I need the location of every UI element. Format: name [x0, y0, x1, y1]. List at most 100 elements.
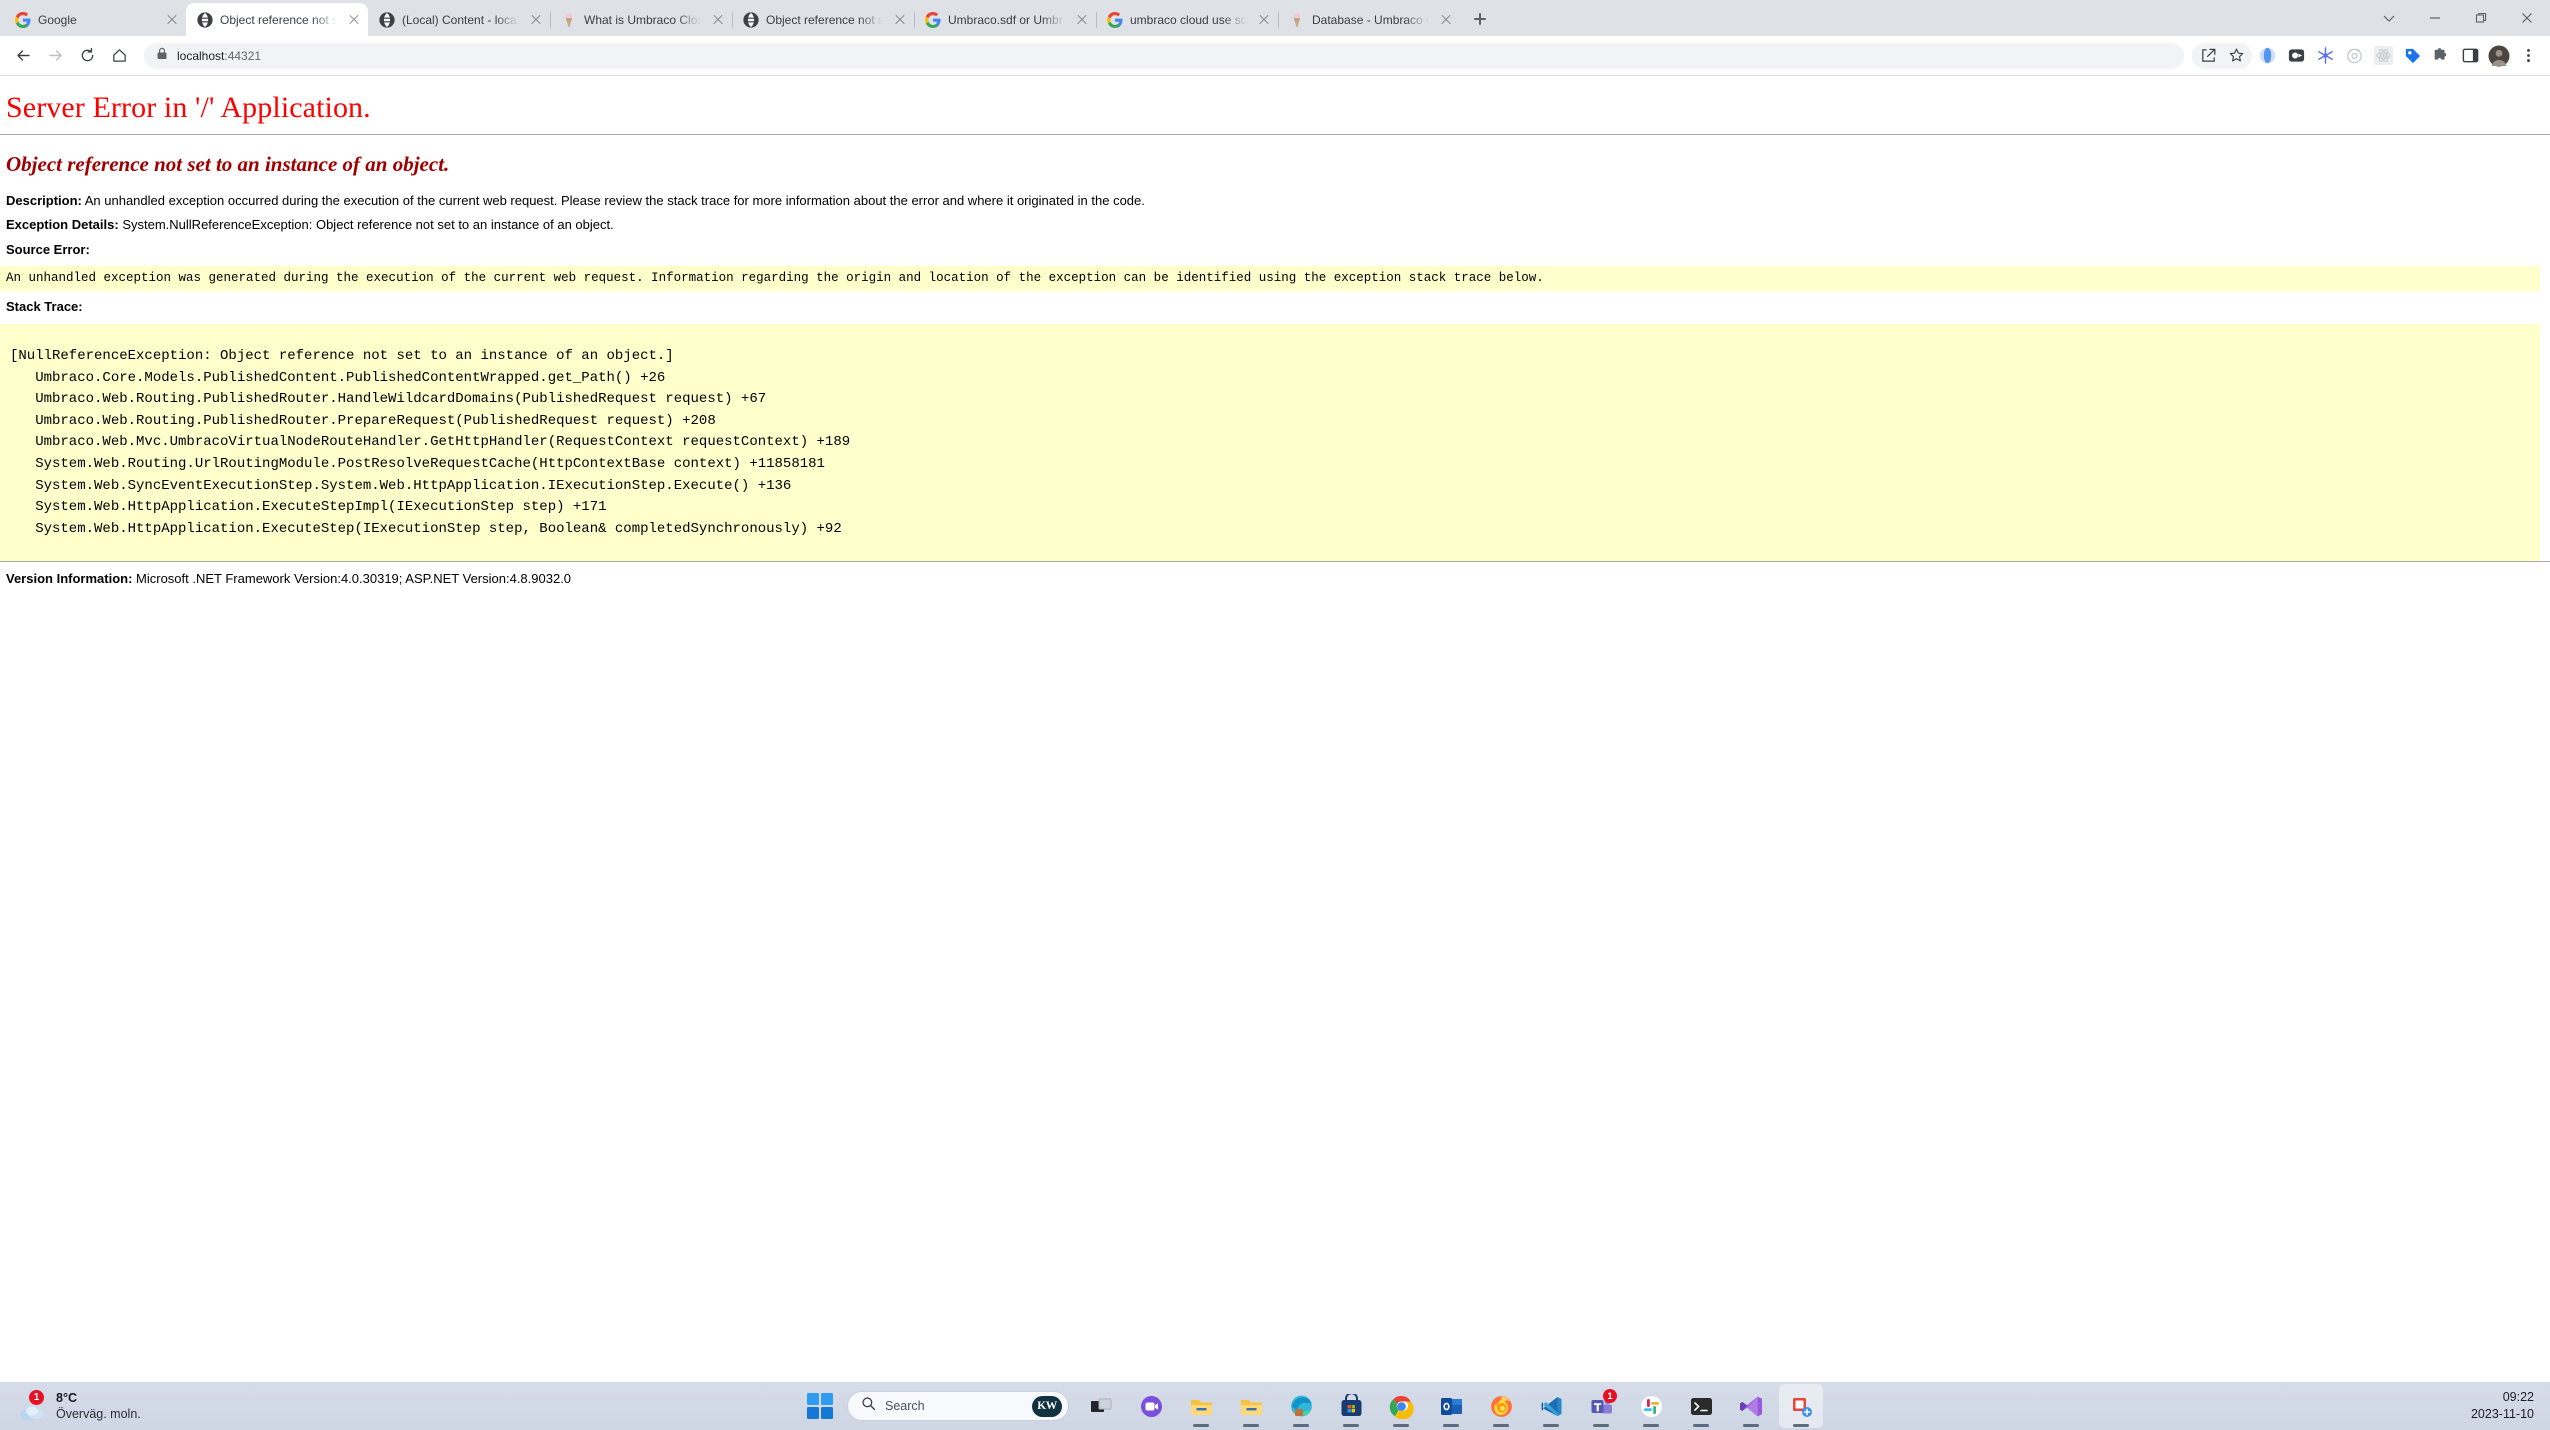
tab-close-icon[interactable]: [1256, 12, 1272, 28]
back-button[interactable]: [8, 41, 38, 71]
opera-extension-icon[interactable]: [2253, 42, 2281, 70]
iis-globe-icon: [197, 11, 213, 28]
weather-temperature: 8°C: [56, 1391, 77, 1405]
weather-widget[interactable]: 1 8°C Överväg. moln.: [0, 1390, 330, 1422]
stack-trace-heading: Stack Trace:: [0, 291, 2550, 315]
snipping-tool-button[interactable]: [1779, 1384, 1823, 1428]
google-chrome-button[interactable]: [1379, 1384, 1423, 1428]
taskbar-clock[interactable]: 09:22 2023-11-10: [2300, 1389, 2550, 1423]
iis-globe-icon: [379, 11, 395, 28]
tab-title: Umbraco.sdf or Umbraco.mdf -: [948, 12, 1067, 27]
tab-title: Object reference not set to an in: [766, 12, 885, 27]
microsoft-teams-button[interactable]: 1: [1579, 1384, 1623, 1428]
source-error-label: Source Error:: [6, 241, 90, 257]
bookmark-star-icon[interactable]: [2222, 42, 2250, 70]
tab-close-icon[interactable]: [528, 12, 544, 28]
extensions-puzzle-icon[interactable]: [2427, 42, 2455, 70]
reload-button[interactable]: [72, 41, 102, 71]
search-input[interactable]: Search KW: [847, 1391, 1069, 1421]
tab-title: What is Umbraco Cloud? - Umb: [584, 12, 703, 27]
version-label: Version Information:: [6, 570, 133, 586]
windows-terminal-button[interactable]: [1679, 1384, 1723, 1428]
browser-tab[interactable]: umbraco cloud use sql server in: [1096, 3, 1279, 36]
tab-search-button[interactable]: [2366, 2, 2412, 34]
tab-strip: Google Object reference not set to an in (…: [0, 0, 2550, 36]
browser-tab[interactable]: (Local) Content - localhost: [368, 3, 551, 36]
side-panel-icon[interactable]: [2456, 42, 2484, 70]
task-view-button[interactable]: [1079, 1384, 1123, 1428]
site-information-lock-icon[interactable]: [156, 47, 168, 65]
browser-tab[interactable]: Object reference not set to an in: [732, 3, 915, 36]
description-row: Description: An unhandled exception occu…: [0, 185, 2550, 209]
outlook-button[interactable]: [1429, 1384, 1473, 1428]
browser-toolbar: localhost:44321: [0, 36, 2550, 76]
search-placeholder: Search: [885, 1399, 925, 1413]
browser-tab[interactable]: Database - Umbraco Cloud: [1278, 3, 1460, 36]
cloud-icon: 1: [18, 1390, 48, 1421]
microsoft-edge-button[interactable]: [1279, 1384, 1323, 1428]
microsoft-store-button[interactable]: [1329, 1384, 1373, 1428]
visual-studio-button[interactable]: [1729, 1384, 1773, 1428]
clock-time: 09:22: [2502, 1390, 2534, 1405]
tab-close-icon[interactable]: [164, 12, 180, 28]
share-icon[interactable]: [2194, 42, 2222, 70]
page-title: Server Error in '/' Application.: [6, 91, 371, 124]
error-page: Server Error in '/' Application. Object …: [0, 76, 2550, 1406]
tag-extension-icon[interactable]: [2398, 42, 2426, 70]
tab-close-icon[interactable]: [710, 12, 726, 28]
exception-details-row: Exception Details: System.NullReferenceE…: [0, 209, 2550, 233]
clock-date: 2023-11-10: [2470, 1407, 2534, 1421]
home-button[interactable]: [104, 41, 134, 71]
source-error-heading: Source Error:: [0, 234, 2550, 258]
visual-studio-code-button[interactable]: [1529, 1384, 1573, 1428]
firefox-button[interactable]: [1479, 1384, 1523, 1428]
browser-window: Google Object reference not set to an in (…: [0, 0, 2550, 1406]
tab-close-icon[interactable]: [1438, 12, 1454, 28]
kw-logo-icon[interactable]: KW: [1032, 1395, 1062, 1417]
address-bar[interactable]: localhost:44321: [144, 42, 2184, 69]
browser-tab[interactable]: Object reference not set to an in: [186, 3, 368, 36]
chrome-menu-icon[interactable]: [2514, 42, 2542, 70]
target-extension-icon[interactable]: [2340, 42, 2368, 70]
umbraco-icon: [561, 12, 577, 28]
react-devtools-icon[interactable]: [2369, 42, 2397, 70]
browser-tab[interactable]: Umbraco.sdf or Umbraco.mdf -: [914, 3, 1097, 36]
browser-tab[interactable]: What is Umbraco Cloud? - Umb: [550, 3, 733, 36]
version-text: Microsoft .NET Framework Version:4.0.303…: [136, 570, 572, 586]
search-icon: [861, 1396, 876, 1416]
teams-badge: 1: [1603, 1389, 1617, 1403]
google-icon: [15, 11, 31, 28]
tab-close-icon[interactable]: [892, 12, 908, 28]
windows-taskbar: 1 8°C Överväg. moln. Search KW 1 09:22 2…: [0, 1382, 2550, 1430]
tab-close-icon[interactable]: [346, 12, 362, 28]
profile-avatar[interactable]: [2485, 42, 2513, 70]
chat-button[interactable]: [1129, 1384, 1173, 1428]
slack-button[interactable]: [1629, 1384, 1673, 1428]
file-explorer-2-button[interactable]: [1229, 1384, 1273, 1428]
maximize-button[interactable]: [2458, 2, 2504, 34]
new-tab-button[interactable]: [1466, 5, 1494, 33]
window-controls: [2366, 0, 2550, 36]
toolbar-icons: [2192, 42, 2542, 70]
file-explorer-button[interactable]: [1179, 1384, 1223, 1428]
snowflake-extension-icon[interactable]: [2311, 42, 2339, 70]
iis-globe-icon: [743, 11, 759, 28]
tab-title: (Local) Content - localhost: [402, 12, 521, 27]
stack-trace-label: Stack Trace:: [6, 298, 83, 314]
tab-close-icon[interactable]: [1074, 12, 1090, 28]
close-button[interactable]: [2504, 2, 2550, 34]
exception-details-text: System.NullReferenceException: Object re…: [122, 217, 614, 233]
description-text: An unhandled exception occurred during t…: [84, 193, 1145, 208]
weather-condition: Överväg. moln.: [56, 1407, 141, 1421]
start-button[interactable]: [807, 1393, 833, 1419]
tab-title: Object reference not set to an in: [220, 12, 339, 27]
taskbar-center: Search KW 1: [330, 1384, 2300, 1428]
browser-tab[interactable]: Google: [4, 3, 186, 36]
minimize-button[interactable]: [2412, 2, 2458, 34]
google-icon: [1107, 11, 1123, 28]
stack-trace-box: [NullReferenceException: Object referenc…: [0, 323, 2540, 561]
version-information-row: Version Information: Microsoft .NET Fram…: [0, 562, 2550, 586]
forward-button[interactable]: [40, 41, 70, 71]
error-subtitle: Object reference not set to an instance …: [6, 152, 450, 176]
loom-extension-icon[interactable]: [2282, 42, 2310, 70]
